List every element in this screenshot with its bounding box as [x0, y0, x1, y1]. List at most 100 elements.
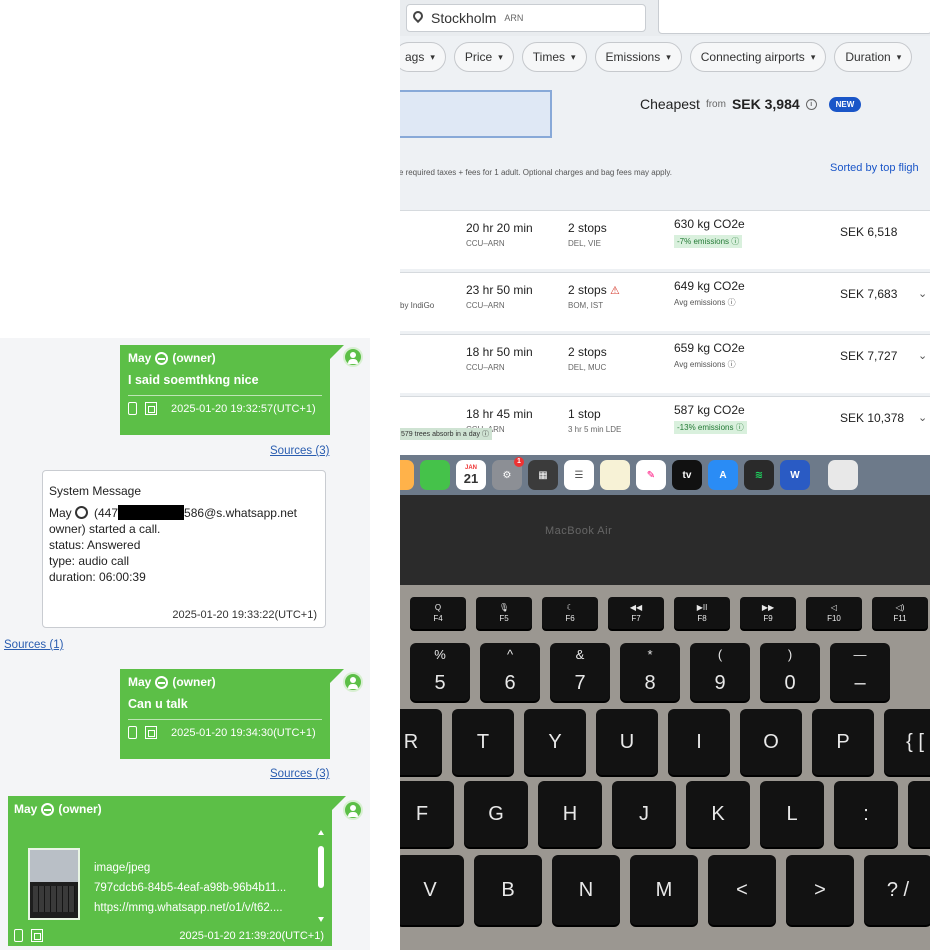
system-message-caller: May (447 586@s.whatsapp.net	[49, 505, 297, 520]
laptop-photo: Stockholm ARN ags ▾ Price ▾ Times ▾ Emissions ▾…	[400, 0, 930, 950]
letter-key: I	[668, 709, 730, 775]
number-key: — –	[830, 643, 890, 701]
reminders-icon: ☰	[564, 460, 594, 490]
phone-icon	[128, 402, 137, 415]
function-key: ▶II F8	[674, 597, 730, 629]
flight-row: 20 hr 20 min CCU–ARN 2 stops DEL, VIE 630 k…	[400, 210, 930, 269]
flight-row: by IndiGo 23 hr 50 min CCU–ARN 2 stops ⚠ BOM…	[400, 272, 930, 331]
filter-chip: ags ▾	[400, 42, 446, 72]
filter-chips: ags ▾ Price ▾ Times ▾ Emissions ▾ Connecting air…	[400, 42, 913, 72]
flight-duration: 18 hr 45 min	[466, 407, 533, 421]
sim-card-icon	[145, 402, 157, 415]
emoji-icon	[155, 351, 169, 365]
letter-key: :	[834, 781, 898, 847]
attachment-url[interactable]: https://mmg.whatsapp.net/o1/v/t62....	[94, 898, 319, 918]
emissions-note: -13% emissions ⓘ	[674, 421, 747, 434]
letter-key: L	[760, 781, 824, 847]
letter-key: F	[400, 781, 454, 847]
flight-via: DEL, MUC	[568, 363, 607, 372]
flight-route: CCU–ARN	[466, 239, 505, 248]
letter-key: J	[612, 781, 676, 847]
message-meta: 2025-01-20 19:32:57(UTC+1)	[128, 402, 322, 415]
attachment-mime: image/jpeg	[94, 862, 151, 874]
flight-via: 3 hr 5 min LDE	[568, 425, 622, 434]
spotify-icon: ≋	[744, 460, 774, 490]
phone-icon	[128, 726, 137, 739]
brand-label: MacBook Air	[545, 525, 613, 537]
filter-chip: Price ▾	[453, 42, 514, 72]
laptop-bezel: MacBook Air	[400, 495, 930, 585]
chevron-down-icon: ▾	[896, 51, 902, 62]
call-duration: duration: 06:00:39	[49, 570, 146, 584]
letter-key: U	[596, 709, 658, 775]
notes-icon	[600, 460, 630, 490]
emoji-icon	[41, 802, 55, 816]
chat-message-bubble: May (owner) Can u talk 2025-01-20 19:34:…	[120, 669, 344, 759]
redaction-bar	[118, 505, 185, 520]
filter-chip: Emissions ▾	[594, 42, 682, 72]
freeform-icon: ✎	[636, 460, 666, 490]
function-key: Q F4	[410, 597, 466, 629]
chevron-down-icon: ▾	[498, 51, 503, 62]
location-pin-icon	[413, 11, 423, 25]
info-icon: i	[805, 98, 817, 110]
flight-stops: 2 stops	[568, 221, 607, 235]
flight-duration: 23 hr 50 min	[466, 283, 533, 297]
attachment-scrollbar[interactable]	[318, 830, 324, 922]
sources-link[interactable]: Sources (3)	[270, 768, 329, 780]
divider	[128, 395, 322, 396]
letter-key: V	[400, 855, 464, 925]
flight-route: CCU–ARN	[466, 363, 505, 372]
message-timestamp: 2025-01-20 19:34:30(UTC+1)	[171, 726, 316, 739]
function-key: ◁) F11	[872, 597, 928, 629]
phone-icon	[14, 929, 23, 942]
attachment-details: image/jpeg 797cdcb6-84b5-4eaf-a98b-96b4b…	[94, 858, 319, 918]
call-status: status: Answered	[49, 538, 141, 552]
message-sender: May (owner)	[128, 351, 216, 365]
letter-key: M	[630, 855, 698, 925]
chevron-down-icon: ⌄	[918, 350, 928, 362]
flight-price: SEK 10,378	[840, 411, 905, 425]
word-icon: W	[780, 460, 810, 490]
emoji-icon	[155, 675, 169, 689]
filter-chip: Times ▾	[521, 42, 587, 72]
number-key: % 5	[410, 643, 470, 701]
letter-key: { [	[884, 709, 930, 775]
flight-emissions: 659 kg CO2e	[674, 341, 745, 355]
flight-price: SEK 6,518	[840, 225, 898, 239]
scroll-down-icon[interactable]	[318, 917, 324, 922]
emissions-note: -7% emissions ⓘ	[674, 235, 743, 248]
image-thumbnail[interactable]	[28, 848, 80, 920]
chevron-down-icon: ⌄	[918, 288, 928, 300]
emissions-note: Avg emissions ⓘ	[674, 360, 736, 369]
number-key: ) 0	[760, 643, 820, 701]
letter-key: O	[740, 709, 802, 775]
flight-via: DEL, VIE	[568, 239, 601, 248]
date-field	[658, 0, 930, 34]
message-sender: May (owner)	[128, 675, 216, 689]
sources-link[interactable]: Sources (3)	[270, 445, 329, 457]
emissions-footnote: 579 trees absorb in a day ⓘ	[400, 428, 492, 440]
function-key: 🎙 F5	[476, 597, 532, 629]
destination-field: Stockholm ARN	[406, 4, 646, 32]
flight-row: 18 hr 50 min CCU–ARN 2 stops DEL, MUC 659 k…	[400, 334, 930, 393]
letter-key: H	[538, 781, 602, 847]
avatar-icon	[343, 800, 363, 820]
cheapest-tab: Cheapest from SEK 3,984 i NEW	[640, 96, 862, 112]
letter-key: Y	[524, 709, 586, 775]
message-text: Can u talk	[128, 697, 188, 711]
sources-link[interactable]: Sources (1)	[4, 639, 63, 651]
number-key: * 8	[620, 643, 680, 701]
avatar-icon	[343, 347, 363, 367]
attachment-hash: 797cdcb6-84b5-4eaf-a98b-96b4b11...	[94, 882, 287, 894]
airline: by IndiGo	[400, 301, 435, 310]
filter-chip: Connecting airports ▾	[689, 42, 827, 72]
flight-stops: 1 stop	[568, 407, 601, 421]
sim-card-icon	[145, 726, 157, 739]
message-sender: May (owner)	[14, 802, 102, 816]
chevron-down-icon: ▾	[666, 51, 671, 62]
system-message-timestamp: 2025-01-20 19:33:22(UTC+1)	[172, 609, 317, 621]
scroll-up-icon[interactable]	[318, 830, 324, 835]
function-key: ◁ F10	[806, 597, 862, 629]
attachment-message-bubble: May (owner) image/jpeg 797cdcb6-84b5-4ea…	[8, 796, 346, 946]
